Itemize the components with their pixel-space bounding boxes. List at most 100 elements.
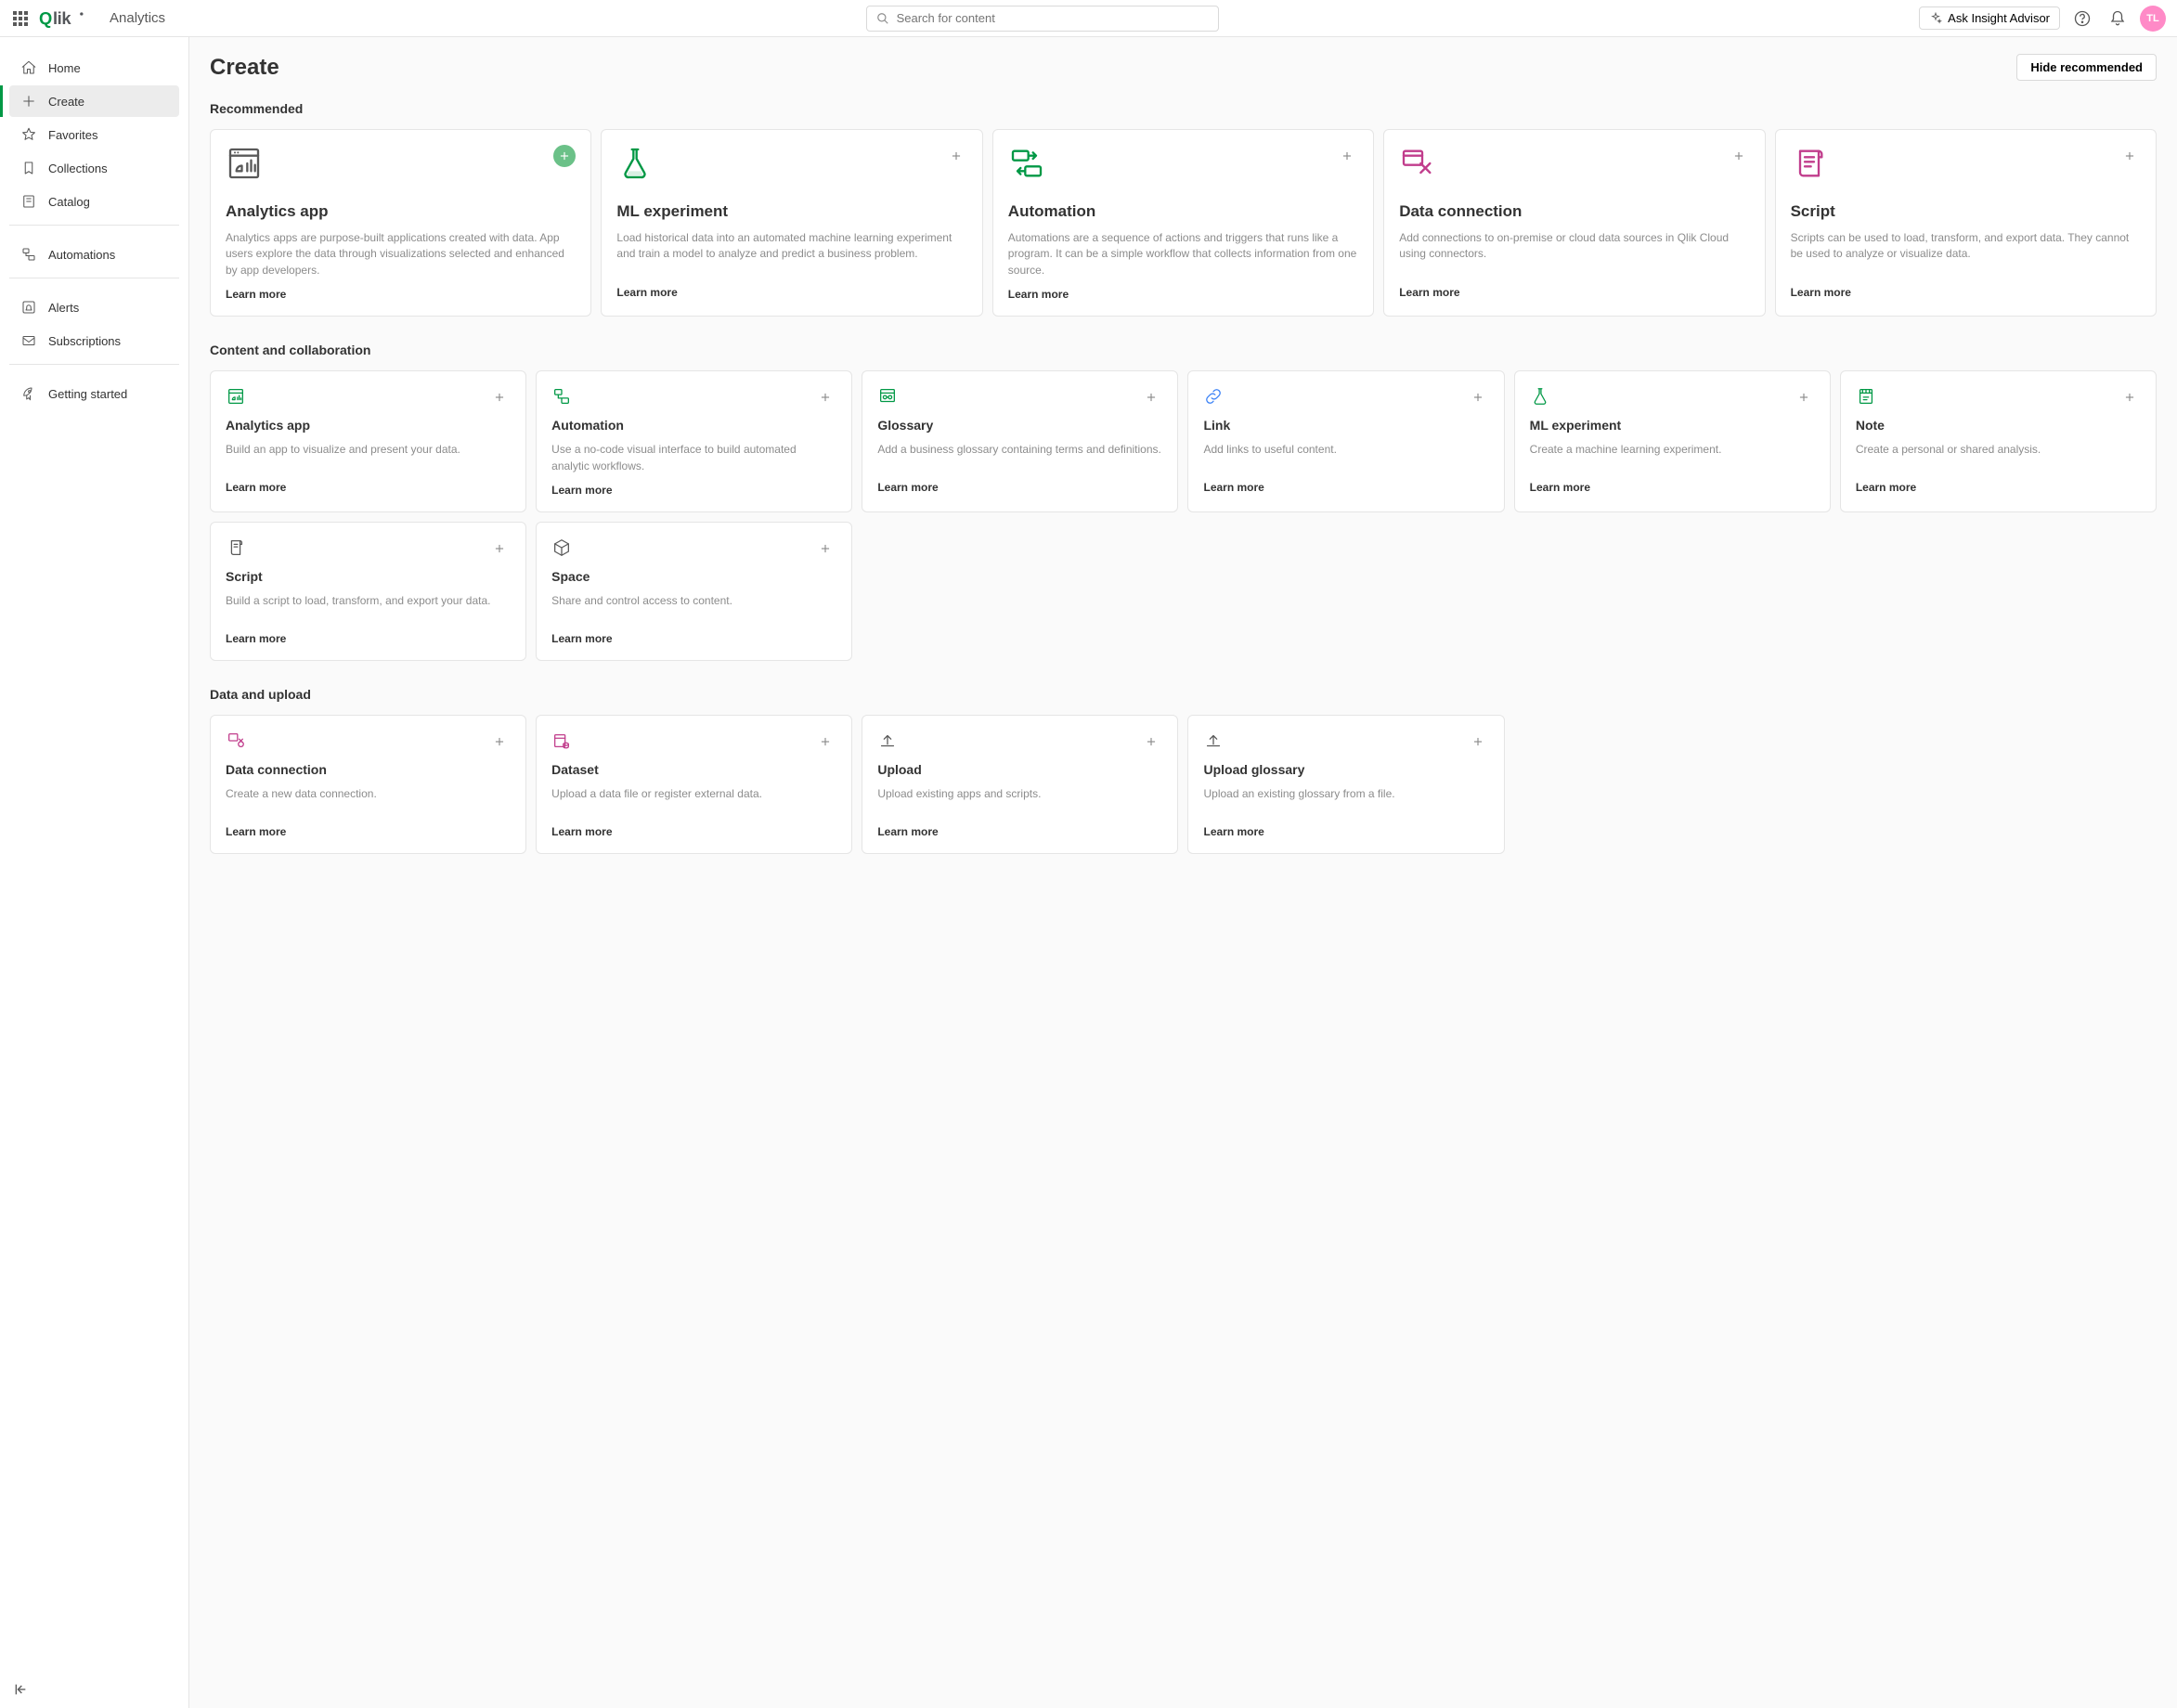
section-title: Recommended (210, 101, 2157, 116)
bell-square-icon (20, 299, 37, 316)
card-title: Analytics app (226, 202, 576, 221)
card-add-button[interactable] (1140, 731, 1162, 753)
main-content: Create Hide recommended Recommended Anal… (189, 37, 2177, 1708)
sidebar-item-label: Collections (48, 162, 108, 175)
notifications-icon[interactable] (2105, 6, 2131, 32)
card-du-upload[interactable]: Upload Upload existing apps and scripts.… (862, 715, 1178, 854)
card-learn-more-link[interactable]: Learn more (1856, 481, 2141, 494)
card-add-button[interactable] (1728, 145, 1750, 167)
upload-icon (1203, 731, 1224, 751)
card-ml-experiment[interactable]: ML experiment Load historical data into … (601, 129, 982, 317)
ask-insight-label: Ask Insight Advisor (1948, 11, 2050, 25)
card-script[interactable]: Script Scripts can be used to load, tran… (1775, 129, 2157, 317)
section-title: Data and upload (210, 687, 2157, 702)
card-add-button[interactable] (2119, 145, 2141, 167)
card-learn-more-link[interactable]: Learn more (1203, 825, 1488, 838)
card-learn-more-link[interactable]: Learn more (877, 481, 1162, 494)
card-learn-more-link[interactable]: Learn more (551, 484, 836, 497)
sidebar-item-create[interactable]: Create (9, 85, 179, 117)
sidebar-item-label: Subscriptions (48, 334, 121, 348)
sidebar-item-collections[interactable]: Collections (9, 152, 179, 184)
card-description: Create a new data connection. (226, 786, 511, 816)
card-cc-automation[interactable]: Automation Use a no-code visual interfac… (536, 370, 852, 512)
card-description: Add connections to on-premise or cloud d… (1399, 230, 1749, 277)
card-cc-glossary[interactable]: Glossary Add a business glossary contain… (862, 370, 1178, 512)
user-avatar[interactable]: TL (2140, 6, 2166, 32)
card-description: Create a machine learning experiment. (1530, 442, 1815, 472)
card-learn-more-link[interactable]: Learn more (1203, 481, 1488, 494)
upload-icon (877, 731, 898, 751)
card-learn-more-link[interactable]: Learn more (1791, 286, 2141, 299)
card-cc-ml[interactable]: ML experiment Create a machine learning … (1514, 370, 1831, 512)
card-add-button[interactable] (553, 145, 576, 167)
sparkle-icon (1929, 12, 1942, 25)
analytics-app-large-icon (226, 145, 263, 182)
card-add-button[interactable] (1467, 731, 1489, 753)
card-add-button[interactable] (488, 386, 511, 408)
card-learn-more-link[interactable]: Learn more (226, 825, 511, 838)
app-launcher-icon[interactable] (11, 9, 30, 28)
script-large-icon (1791, 145, 1828, 182)
card-cc-note[interactable]: Note Create a personal or shared analysi… (1840, 370, 2157, 512)
card-learn-more-link[interactable]: Learn more (226, 288, 576, 301)
sidebar-item-catalog[interactable]: Catalog (9, 186, 179, 217)
sidebar-item-getting-started[interactable]: Getting started (9, 378, 179, 409)
card-learn-more-link[interactable]: Learn more (226, 481, 511, 494)
qlik-logo[interactable]: Qlik (39, 8, 95, 29)
card-add-button[interactable] (488, 537, 511, 560)
card-add-button[interactable] (1336, 145, 1358, 167)
section-title: Content and collaboration (210, 343, 2157, 357)
card-du-upload-glossary[interactable]: Upload glossary Upload an existing gloss… (1187, 715, 1504, 854)
card-analytics-app[interactable]: Analytics app Analytics apps are purpose… (210, 129, 591, 317)
card-add-button[interactable] (814, 731, 836, 753)
search-box[interactable] (866, 6, 1219, 32)
card-learn-more-link[interactable]: Learn more (1530, 481, 1815, 494)
card-learn-more-link[interactable]: Learn more (616, 286, 966, 299)
help-icon[interactable] (2069, 6, 2095, 32)
card-du-dataconn[interactable]: Data connection Create a new data connec… (210, 715, 526, 854)
card-title: Note (1856, 418, 2141, 433)
card-data-connection[interactable]: Data connection Add connections to on-pr… (1383, 129, 1765, 317)
automation-icon (20, 246, 37, 263)
card-title: ML experiment (1530, 418, 1815, 433)
card-learn-more-link[interactable]: Learn more (226, 632, 511, 645)
card-learn-more-link[interactable]: Learn more (551, 825, 836, 838)
catalog-icon (20, 193, 37, 210)
card-add-button[interactable] (945, 145, 967, 167)
card-automation[interactable]: Automation Automations are a sequence of… (992, 129, 1374, 317)
ask-insight-button[interactable]: Ask Insight Advisor (1919, 6, 2060, 30)
card-description: Upload a data file or register external … (551, 786, 836, 816)
card-add-button[interactable] (1793, 386, 1815, 408)
sidebar-item-home[interactable]: Home (9, 52, 179, 84)
card-learn-more-link[interactable]: Learn more (1008, 288, 1358, 301)
card-cc-space[interactable]: Space Share and control access to conten… (536, 522, 852, 661)
card-description: Upload an existing glossary from a file. (1203, 786, 1488, 816)
card-description: Automations are a sequence of actions an… (1008, 230, 1358, 278)
card-title: Automation (1008, 202, 1358, 221)
card-description: Add links to useful content. (1203, 442, 1488, 472)
search-input[interactable] (897, 11, 1209, 25)
card-cc-analytics-app[interactable]: Analytics app Build an app to visualize … (210, 370, 526, 512)
card-add-button[interactable] (1467, 386, 1489, 408)
card-description: Build an app to visualize and present yo… (226, 442, 511, 472)
sidebar-item-label: Home (48, 61, 81, 75)
card-cc-script[interactable]: Script Build a script to load, transform… (210, 522, 526, 661)
sidebar-item-alerts[interactable]: Alerts (9, 291, 179, 323)
sidebar-item-favorites[interactable]: Favorites (9, 119, 179, 150)
sidebar-item-subscriptions[interactable]: Subscriptions (9, 325, 179, 356)
sidebar-item-automations[interactable]: Automations (9, 239, 179, 270)
card-title: Upload (877, 762, 1162, 777)
card-learn-more-link[interactable]: Learn more (1399, 286, 1749, 299)
card-du-dataset[interactable]: Dataset Upload a data file or register e… (536, 715, 852, 854)
card-learn-more-link[interactable]: Learn more (877, 825, 1162, 838)
card-add-button[interactable] (814, 386, 836, 408)
card-learn-more-link[interactable]: Learn more (551, 632, 836, 645)
card-add-button[interactable] (488, 731, 511, 753)
card-add-button[interactable] (1140, 386, 1162, 408)
collapse-sidebar-icon[interactable] (13, 1682, 32, 1701)
card-add-button[interactable] (814, 537, 836, 560)
card-add-button[interactable] (2119, 386, 2141, 408)
hide-recommended-button[interactable]: Hide recommended (2016, 54, 2157, 81)
card-description: Create a personal or shared analysis. (1856, 442, 2141, 472)
card-cc-link[interactable]: Link Add links to useful content. Learn … (1187, 370, 1504, 512)
